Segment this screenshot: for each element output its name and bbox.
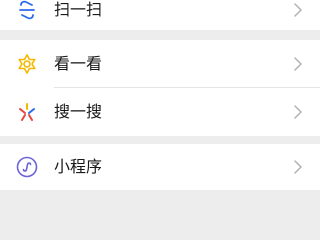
discover-item-label: 小程序 xyxy=(54,157,103,176)
discover-item-mini-program[interactable]: 小程序 xyxy=(0,144,320,190)
discover-group-look-search: 看一看 搜一搜 xyxy=(0,40,320,136)
discover-group-scan: 扫一扫 xyxy=(0,0,320,30)
chevron-right-icon xyxy=(294,160,302,174)
chevron-right-icon xyxy=(294,3,302,17)
look-icon xyxy=(16,53,38,75)
chevron-right-icon xyxy=(294,57,302,71)
chevron-right-icon xyxy=(294,105,302,119)
mini-program-icon xyxy=(16,156,38,178)
discover-item-label: 搜一搜 xyxy=(54,102,103,121)
discover-group-mini-program: 小程序 xyxy=(0,144,320,190)
search-icon xyxy=(16,101,38,123)
discover-item-label: 扫一扫 xyxy=(54,0,103,19)
discover-item-search[interactable]: 搜一搜 xyxy=(0,88,320,136)
discover-item-scan[interactable]: 扫一扫 xyxy=(0,0,320,30)
scan-icon xyxy=(16,0,38,21)
discover-item-label: 看一看 xyxy=(54,54,103,73)
discover-item-look[interactable]: 看一看 xyxy=(0,40,320,88)
